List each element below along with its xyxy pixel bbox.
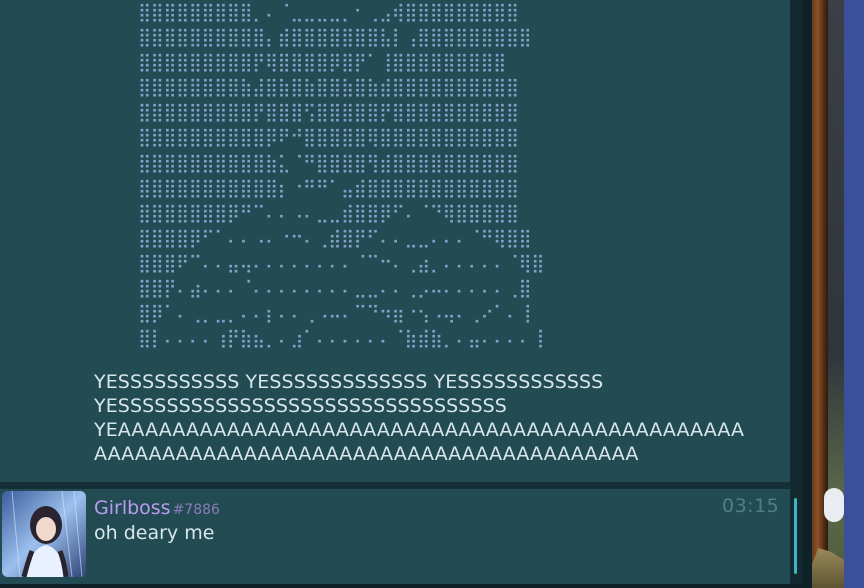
chat-window: ⣿⣿⣿⣿⣿⣿⣿⣿⣿⡀⠄⠈⣀⣀⣀⣀⡀⠂⢀⣠⢾⣿⣿⣿⣿⣿⣿⣿⣿⣿ ⣿⣿⣿⣿⣿⣿⣿⣿⣿… bbox=[0, 0, 864, 588]
shout-line: YESSSSSSSSSSSSSSSSSSSSSSSSSSSSSSSS bbox=[94, 395, 507, 417]
bottom-border bbox=[0, 584, 812, 588]
avatar[interactable] bbox=[2, 491, 86, 577]
avatar-portrait-icon bbox=[2, 491, 86, 577]
message-ascii-art: ⣿⣿⣿⣿⣿⣿⣿⣿⣿⡀⠄⠈⣀⣀⣀⣀⡀⠂⢀⣠⢾⣿⣿⣿⣿⣿⣿⣿⣿⣿ ⣿⣿⣿⣿⣿⣿⣿⣿⣿… bbox=[0, 0, 790, 482]
message-text: oh deary me bbox=[94, 522, 215, 544]
message-divider bbox=[0, 482, 790, 489]
message-timestamp: 03:15 bbox=[722, 495, 780, 517]
user-discriminator: #7886 bbox=[172, 502, 220, 518]
username[interactable]: Girlboss bbox=[94, 497, 171, 519]
desktop-edge bbox=[844, 0, 864, 588]
message-author[interactable]: Girlboss #7886 bbox=[94, 497, 220, 519]
shout-line: YEAAAAAAAAAAAAAAAAAAAAAAAAAAAAAAAAAAAAAA… bbox=[94, 419, 745, 441]
shout-line: AAAAAAAAAAAAAAAAAAAAAAAAAAAAAAAAAAAAAAAA bbox=[94, 443, 639, 465]
message-text-shout: YESSSSSSSSSS YESSSSSSSSSSSSS YESSSSSSSSS… bbox=[94, 370, 784, 466]
chat-pane: ⣿⣿⣿⣿⣿⣿⣿⣿⣿⡀⠄⠈⣀⣀⣀⣀⡀⠂⢀⣠⢾⣿⣿⣿⣿⣿⣿⣿⣿⣿ ⣿⣿⣿⣿⣿⣿⣿⣿⣿… bbox=[0, 0, 790, 588]
scrollbar-thumb[interactable] bbox=[794, 498, 797, 574]
ascii-art-block: ⣿⣿⣿⣿⣿⣿⣿⣿⣿⡀⠄⠈⣀⣀⣀⣀⡀⠂⢀⣠⢾⣿⣿⣿⣿⣿⣿⣿⣿⣿ ⣿⣿⣿⣿⣿⣿⣿⣿⣿… bbox=[138, 2, 544, 350]
message-item[interactable]: Girlboss #7886 oh deary me 03:15 bbox=[0, 489, 790, 588]
window-frame-border bbox=[802, 0, 812, 588]
scrollbar-track[interactable] bbox=[790, 0, 802, 588]
background-cloud bbox=[824, 488, 844, 522]
shout-line: YESSSSSSSSSS YESSSSSSSSSSSSS YESSSSSSSSS… bbox=[94, 371, 604, 393]
